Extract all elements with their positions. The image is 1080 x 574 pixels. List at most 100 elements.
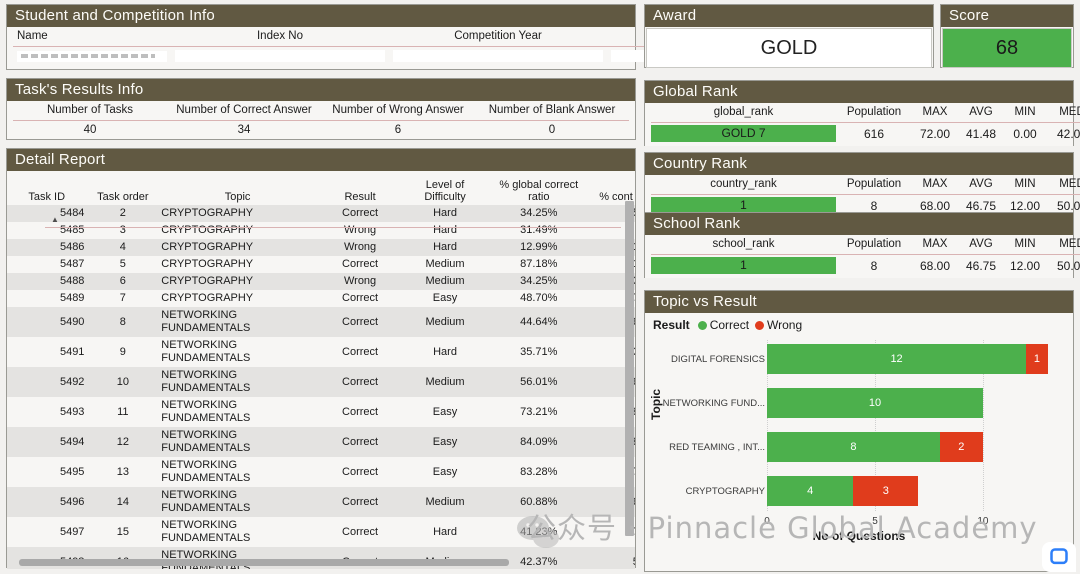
col-population[interactable]: Population [836,103,912,123]
table-row[interactable]: 54853CRYPTOGRAPHYWrongHard31.49%0 [7,222,635,239]
cell-task-id: 5492 [7,367,87,397]
cell-difficulty: Easy [432,465,458,478]
col-name[interactable]: Name [13,27,171,47]
col-country-correct-ratio[interactable]: % cont r [592,171,635,205]
col-avg[interactable]: AVG [958,103,1004,123]
cell-global-correct-ratio: 34.25% [485,205,592,222]
table-row[interactable]: 5492 10 NETWORKING FUNDAMENTALS Correct Medi… [7,367,635,397]
cell-global-correct-ratio: 48.70% [520,292,558,304]
cell-difficulty: Medium [425,258,465,270]
col-max[interactable]: MAX [912,175,958,195]
chart-bar-segment-wrong[interactable]: 3 [853,476,919,506]
col-result[interactable]: Result [316,171,404,205]
value-number-of-tasks: 40 [83,124,97,136]
cell-difficulty: Medium [404,367,486,397]
col-number-of-correct[interactable]: Number of Correct Answer [167,101,321,121]
global-population: 616 [863,126,885,141]
global-rank-bar-cell: GOLD 7 [651,123,836,145]
cell-result: Correct [342,292,379,304]
table-row[interactable]: 54875CRYPTOGRAPHYCorrectMedium87.18%10 [7,256,635,273]
table-row[interactable]: 54842CRYPTOGRAPHYCorrectHard34.25%50 [7,205,635,222]
chart-bar-group[interactable]: 12 1 [767,344,1048,374]
global-avg: 41.48 [965,126,997,141]
school-rank-title: School Rank [645,213,1073,235]
table-header-row: Task ID Task order Topic Result Level of… [7,171,635,205]
col-topic[interactable]: Topic [159,171,316,205]
table-row[interactable]: 54897CRYPTOGRAPHYCorrectEasy48.70%75 [7,290,635,307]
cell-difficulty: Hard [404,239,486,256]
scrollbar-thumb[interactable] [19,559,509,566]
col-number-of-tasks[interactable]: Number of Tasks [13,101,167,121]
sort-ascending-icon[interactable]: ▲ [51,215,59,224]
cell-result: Correct [315,307,405,337]
table-row[interactable]: 5493 11 NETWORKING FUNDAMENTALS Correct Easy… [7,397,635,427]
col-population[interactable]: Population [836,235,912,255]
col-number-of-blank[interactable]: Number of Blank Answer [475,101,629,121]
chart-bar-segment-wrong[interactable]: 2 [939,432,983,462]
col-country-rank[interactable]: country_rank [651,175,836,195]
table-row[interactable]: 5491 9 NETWORKING FUNDAMENTALS Correct Hard 3… [7,337,635,367]
col-population[interactable]: Population [836,175,912,195]
table-row[interactable]: 5490 8 NETWORKING FUNDAMENTALS Correct Mediu… [7,307,635,337]
school-rank-bar-cell: 1 [651,255,836,277]
chart-bar-group[interactable]: 43 [767,476,919,506]
col-difficulty[interactable]: Level of Difficulty [404,171,486,205]
detail-report-card: Detail Report Task ID Task order Topic R… [6,148,636,569]
table-row[interactable]: 5494 12 NETWORKING FUNDAMENTALS Correct Easy… [7,427,635,457]
col-number-of-wrong[interactable]: Number of Wrong Answer [321,101,475,121]
cell-task-id: 5496 [7,487,87,517]
value-number-of-wrong: 6 [394,124,402,136]
chart-bar-segment-wrong[interactable]: 1 [1026,344,1048,374]
legend-item-wrong[interactable]: Wrong [755,318,802,332]
col-min[interactable]: MIN [1004,235,1046,255]
table-row[interactable]: 5495 13 NETWORKING FUNDAMENTALS Correct Easy… [7,457,635,487]
cell-index-no [171,47,389,69]
chart-bar-segment-correct[interactable]: 4 [767,476,854,506]
col-index-no[interactable]: Index No [171,27,389,47]
detail-horizontal-scrollbar[interactable] [19,559,621,566]
col-school-rank[interactable]: school_rank [651,235,836,255]
wechat-bubble-watermark-icon [516,514,560,555]
col-avg[interactable]: AVG [958,175,1004,195]
detail-report-scroll-area[interactable]: Task ID Task order Topic Result Level of… [7,171,635,569]
cell-result: Wrong [315,239,405,256]
chart-bar-segment-correct[interactable]: 10 [767,388,983,418]
scrollbar-thumb[interactable] [625,201,634,536]
task-results-title: Task's Results Info [7,79,635,101]
col-global-rank[interactable]: global_rank [651,103,836,123]
cell-task-order: 13 [116,465,129,478]
col-avg[interactable]: AVG [958,235,1004,255]
chat-widget-button[interactable] [1042,542,1076,572]
col-max[interactable]: MAX [912,235,958,255]
award-value: GOLD [646,28,932,68]
table-row[interactable]: 54886CRYPTOGRAPHYWrongMedium34.25%37 [7,273,635,290]
school-avg: 46.75 [965,258,997,273]
topic-vs-result-title: Topic vs Result [645,291,1073,313]
table-row[interactable]: 5496 14 NETWORKING FUNDAMENTALS Correct Medi… [7,487,635,517]
col-global-correct-ratio[interactable]: % global correct ratio [486,171,592,205]
table-row[interactable]: 54864CRYPTOGRAPHYWrongHard12.99%12 [7,239,635,256]
legend-item-correct[interactable]: Correct [697,318,749,332]
col-task-id[interactable]: Task ID [7,171,86,205]
chart-bar-group[interactable]: 82 [767,432,983,462]
col-min[interactable]: MIN [1004,175,1046,195]
school-rank-body: school_rank Population MAX AVG MIN MED 1… [645,235,1080,278]
chart-bar-segment-correct[interactable]: 8 [767,432,940,462]
cell-difficulty: Medium [404,307,486,337]
chart-bar-group[interactable]: 10 [767,388,983,418]
col-min[interactable]: MIN [1004,103,1046,123]
col-max[interactable]: MAX [912,103,958,123]
cell-task-order: 15 [116,525,129,538]
col-competition-year[interactable]: Competition Year [389,27,607,47]
detail-vertical-scrollbar[interactable] [625,201,634,555]
chart-x-tick-label: 10 [977,516,989,527]
cell-topic: NETWORKING FUNDAMENTALS [159,427,316,457]
col-med[interactable]: MED [1046,103,1080,123]
col-task-order[interactable]: Task order [86,171,159,205]
chart-bar-segment-correct[interactable]: 12 [767,344,1027,374]
col-med[interactable]: MED [1046,175,1080,195]
detail-report-table: Task ID Task order Topic Result Level of… [7,171,635,569]
col-med[interactable]: MED [1046,235,1080,255]
cell-task-order: 11 [117,405,129,418]
cell-difficulty: Easy [432,292,458,304]
